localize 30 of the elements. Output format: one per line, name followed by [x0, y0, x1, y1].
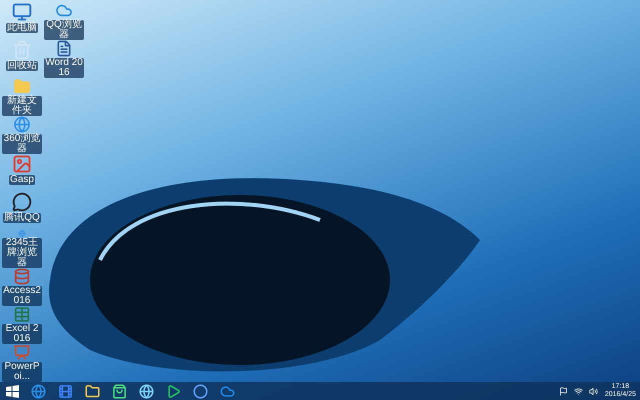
desktop-icon-label: PowerPoi... — [2, 362, 42, 382]
database-icon[interactable] — [12, 268, 32, 285]
windows-logo-icon[interactable] — [6, 384, 19, 398]
desktop-icon-label: Word 2016 — [44, 58, 84, 78]
desktop-icon-label: 360浏览器 — [2, 134, 42, 154]
film-icon[interactable] — [58, 384, 73, 398]
cloud-icon[interactable] — [220, 384, 235, 398]
bag-icon[interactable] — [112, 384, 127, 398]
desktop-icon-label: Gasp — [9, 175, 35, 185]
play-icon[interactable] — [166, 384, 181, 398]
flag-icon[interactable] — [558, 386, 568, 396]
desktop-icon-label: QQ浏览器 — [44, 20, 84, 40]
cloud-icon[interactable] — [54, 2, 74, 19]
desktop-icon-label: 新建文件夹 — [2, 96, 42, 116]
browser-icon[interactable] — [12, 116, 32, 133]
desktop-icon-label: Excel 2016 — [2, 324, 42, 344]
penguin-icon[interactable] — [12, 192, 32, 212]
network-icon[interactable] — [574, 386, 583, 396]
desktop-icon-label: 此电脑 — [6, 23, 38, 33]
desktop-icon-label: 腾讯QQ — [3, 213, 41, 223]
browser-icon[interactable] — [31, 384, 46, 398]
speaker-icon[interactable] — [588, 386, 598, 396]
folder-icon[interactable] — [85, 384, 100, 398]
globe-icon[interactable] — [139, 384, 154, 398]
desktop-icon-label: Access2016 — [2, 286, 42, 306]
computer-icon[interactable] — [12, 2, 32, 22]
circle-icon[interactable] — [193, 384, 208, 398]
desktop-icon-label: 回收站 — [6, 61, 38, 71]
app-icon[interactable] — [12, 154, 32, 174]
desktop-icon-label: 2345王牌浏览器 — [2, 238, 42, 268]
